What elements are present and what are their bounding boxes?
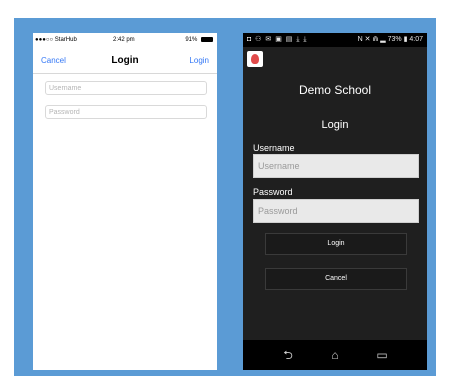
notification-icons: ◘ ⚇ ✉ ▣ ▤ ⤓ ⤓ xyxy=(247,36,308,43)
android-status-bar: ◘ ⚇ ✉ ▣ ▤ ⤓ ⤓ N ✕ ⋒ ▂ 73% ▮ 4:07 xyxy=(243,33,427,47)
password-label: Password xyxy=(253,187,293,197)
back-icon[interactable]: ⮌ xyxy=(281,348,295,362)
cancel-button[interactable]: Cancel xyxy=(265,268,407,290)
battery-percent: 91% xyxy=(185,37,198,43)
ios-status-bar: ●●●○○ StarHub 2:42 pm 91% xyxy=(33,33,217,47)
ios-nav-bar: Cancel Login Login xyxy=(33,49,217,74)
app-logo-icon xyxy=(247,51,263,67)
android-nav-bar: ⮌ ⌂ ▭ xyxy=(243,340,427,370)
login-heading: Login xyxy=(321,119,349,131)
recent-apps-icon[interactable]: ▭ xyxy=(375,348,389,362)
app-title: Demo School xyxy=(298,83,372,97)
password-input[interactable]: Password xyxy=(253,199,419,223)
username-label: Username xyxy=(253,143,295,153)
ios-login-screen: ●●●○○ StarHub 2:42 pm 91% Cancel Login L… xyxy=(33,33,217,370)
username-input[interactable]: Username xyxy=(45,81,207,95)
status-right-indicators: N ✕ ⋒ ▂ 73% ▮ 4:07 xyxy=(357,36,423,43)
status-time: 2:42 pm xyxy=(113,37,135,43)
password-input[interactable]: Password xyxy=(45,105,207,119)
battery-icon xyxy=(201,36,213,42)
home-icon[interactable]: ⌂ xyxy=(328,348,342,362)
android-login-screen: ◘ ⚇ ✉ ▣ ▤ ⤓ ⤓ N ✕ ⋒ ▂ 73% ▮ 4:07 Demo Sc… xyxy=(243,33,427,370)
login-button[interactable]: Login xyxy=(265,233,407,255)
carrier-label: ●●●○○ StarHub xyxy=(35,37,77,43)
login-button[interactable]: Login xyxy=(189,56,209,65)
battery-indicator: 91% xyxy=(185,33,213,47)
username-input[interactable]: Username xyxy=(253,154,419,178)
